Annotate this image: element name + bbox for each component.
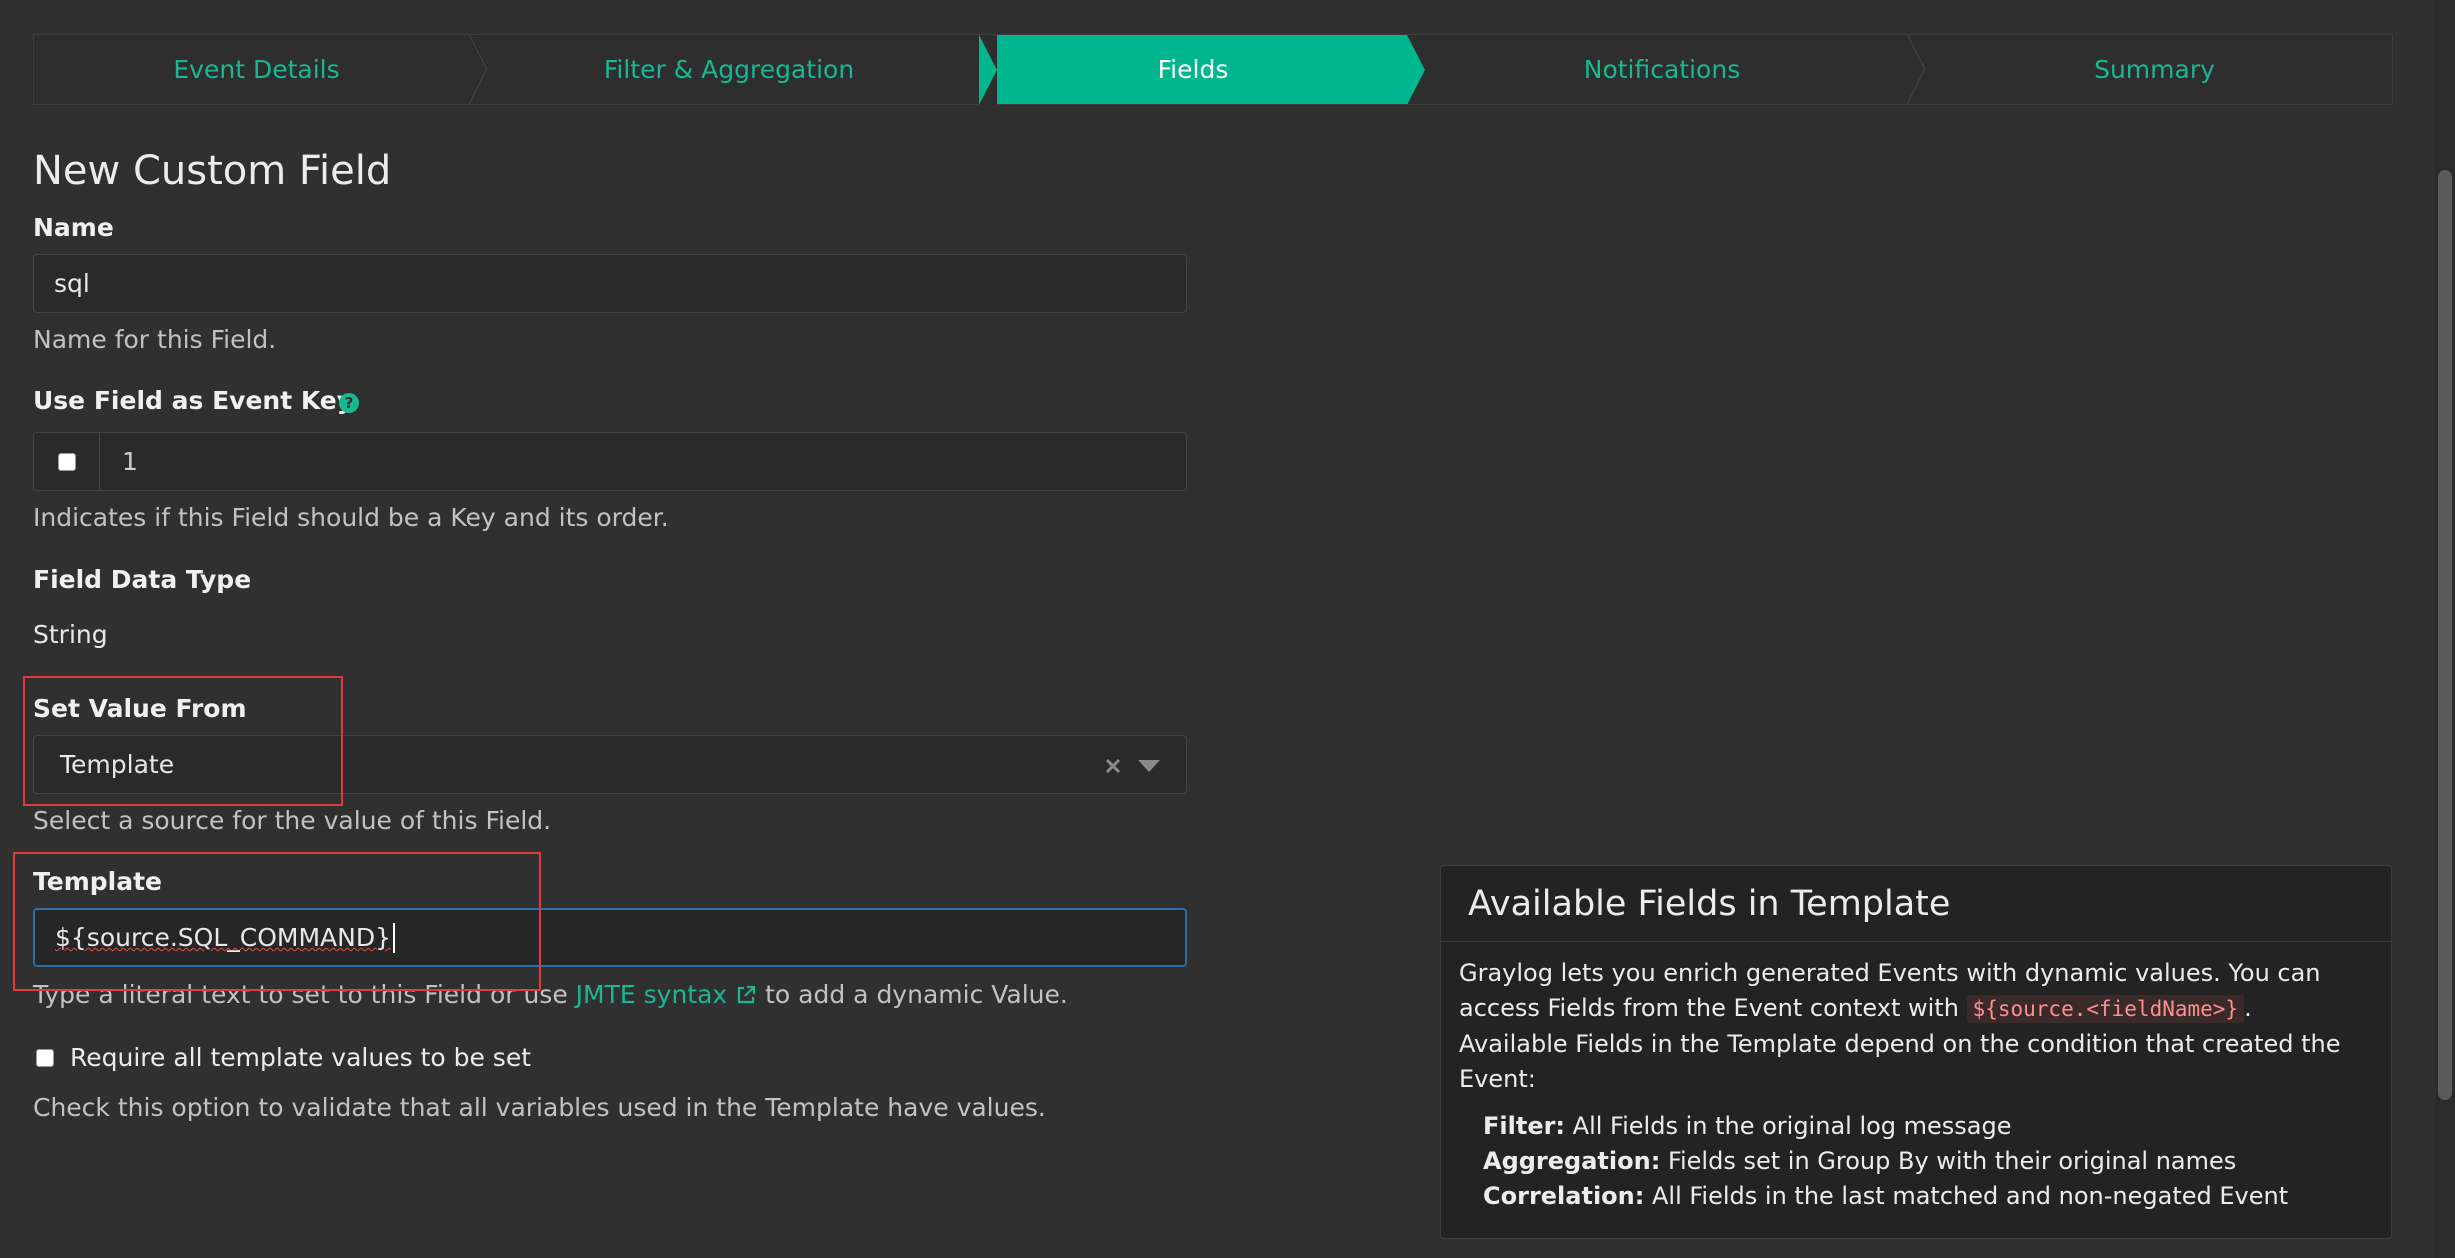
jmte-syntax-link-text: JMTE syntax [575, 980, 728, 1009]
step-label: Event Details [173, 55, 340, 84]
page: Event Details Filter & Aggregation Field… [0, 0, 2455, 1258]
set-value-from-value: Template [60, 750, 175, 779]
panel-body: Graylog lets you enrich generated Events… [1441, 942, 2391, 1228]
list-item: Correlation: All Fields in the last matc… [1483, 1179, 2373, 1214]
name-value: sql [54, 269, 90, 298]
event-key-checkbox[interactable] [57, 452, 76, 471]
list-item-desc: Fields set in Group By with their origin… [1667, 1147, 2237, 1175]
list-item-desc: All Fields in the last matched and non-n… [1651, 1182, 2289, 1210]
event-key-label: Use Field as Event Key [33, 386, 354, 415]
list-item: Filter: All Fields in the original log m… [1483, 1109, 2373, 1144]
event-key-order-input[interactable]: 1 [100, 447, 138, 476]
list-item-term: Aggregation: [1483, 1147, 1661, 1175]
scrollbar[interactable] [2435, 0, 2455, 1258]
name-label: Name [33, 213, 114, 242]
template-help-before: Type a literal text to set to this Field… [33, 980, 568, 1009]
template-value: ${source.SQL_COMMAND} [55, 923, 391, 952]
text-cursor [393, 922, 395, 953]
event-key-input-group: 1 [33, 432, 1187, 491]
chevron-down-icon[interactable] [1138, 760, 1160, 772]
set-value-from-label: Set Value From [33, 694, 247, 723]
page-title: New Custom Field [33, 148, 392, 194]
panel-intro-3: Available Fields in the Template depend … [1459, 1030, 2341, 1093]
template-help: Type a literal text to set to this Field… [33, 980, 1068, 1009]
set-value-from-help: Select a source for the value of this Fi… [33, 806, 552, 835]
step-label: Notifications [1583, 55, 1741, 84]
step-label: Summary [2094, 55, 2215, 84]
template-label: Template [33, 867, 162, 896]
panel-code: ${source.<fieldName>} [1966, 995, 2245, 1023]
panel-intro-2: . [2244, 994, 2252, 1022]
template-input[interactable]: ${source.SQL_COMMAND} [33, 908, 1187, 967]
available-fields-panel: Available Fields in Template Graylog let… [1440, 865, 2392, 1239]
list-item-term: Filter: [1483, 1112, 1566, 1140]
panel-title: Available Fields in Template [1441, 866, 2391, 942]
step-event-details[interactable]: Event Details [34, 35, 488, 104]
wizard-steps: Event Details Filter & Aggregation Field… [33, 34, 2393, 105]
jmte-syntax-link[interactable]: JMTE syntax [576, 980, 765, 1009]
chevron-divider-icon [1907, 35, 1926, 104]
list-item: Aggregation: Fields set in Group By with… [1483, 1144, 2373, 1179]
list-item-term: Correlation: [1483, 1182, 1645, 1210]
list-item-desc: All Fields in the original log message [1572, 1112, 2012, 1140]
svg-text:?: ? [345, 394, 354, 412]
require-all-checkbox[interactable] [36, 1048, 54, 1067]
question-circle-icon[interactable]: ? [338, 392, 360, 414]
clear-icon[interactable] [1104, 757, 1122, 775]
panel-intro: Graylog lets you enrich generated Events… [1459, 956, 2373, 1027]
name-help: Name for this Field. [33, 325, 277, 354]
event-key-checkbox-addon [34, 433, 100, 490]
external-link-icon [738, 985, 756, 1004]
step-summary[interactable]: Summary [1917, 35, 2392, 104]
scrollbar-thumb[interactable] [2438, 170, 2452, 1100]
require-all-help: Check this option to validate that all v… [33, 1093, 1046, 1122]
step-label: Filter & Aggregation [603, 55, 855, 84]
require-all-row: Require all template values to be set [36, 1043, 531, 1072]
event-key-help: Indicates if this Field should be a Key … [33, 503, 669, 532]
step-label: Fields [1157, 55, 1229, 84]
require-all-label[interactable]: Require all template values to be set [70, 1043, 531, 1072]
data-type-value: String [33, 620, 108, 649]
set-value-from-select[interactable]: Template [33, 735, 1187, 794]
panel-list: Filter: All Fields in the original log m… [1459, 1109, 2373, 1214]
template-help-after: to add a dynamic Value. [765, 980, 1068, 1009]
step-fields[interactable]: Fields [979, 35, 1425, 105]
step-filter-aggregation[interactable]: Filter & Aggregation [479, 35, 979, 104]
step-notifications[interactable]: Notifications [1407, 35, 1926, 104]
chevron-divider-icon [469, 35, 488, 104]
data-type-label: Field Data Type [33, 565, 252, 594]
name-input[interactable]: sql [33, 254, 1187, 313]
